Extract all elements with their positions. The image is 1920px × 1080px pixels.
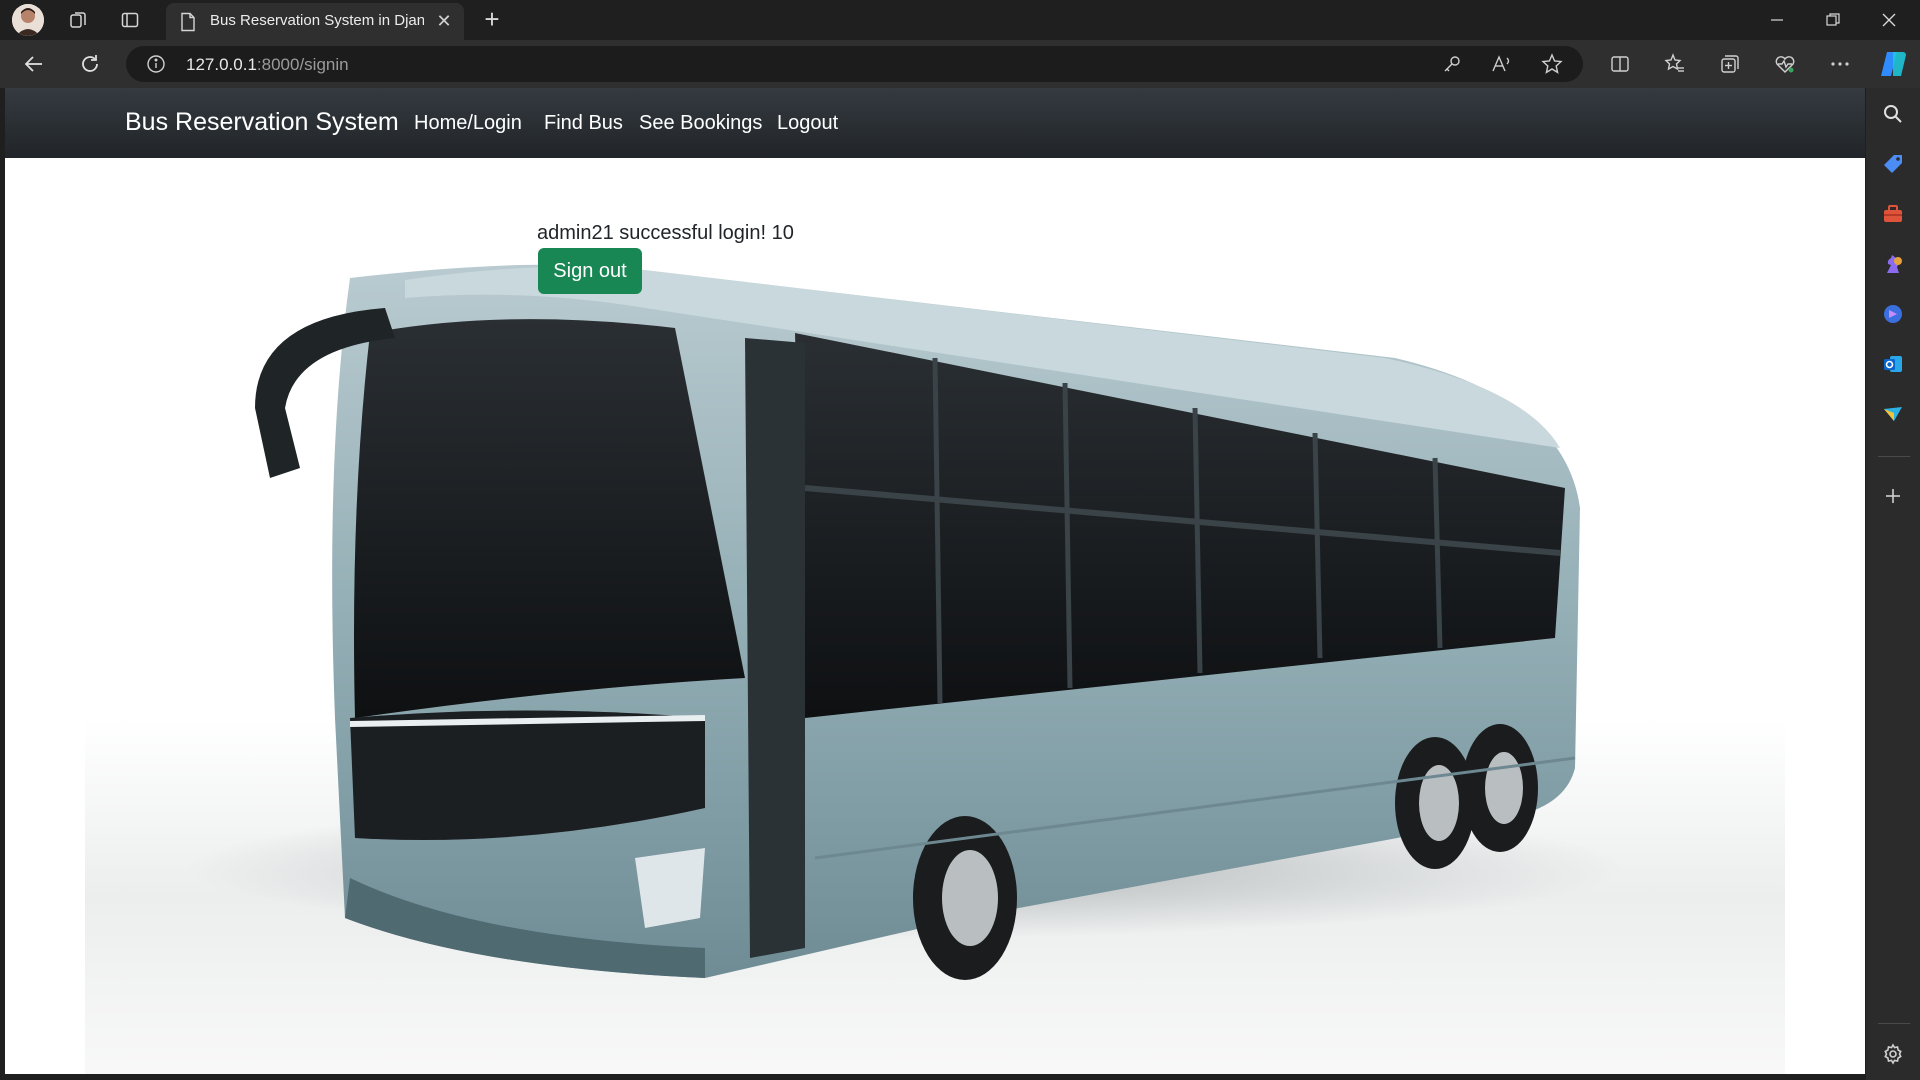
nav-link-home-login[interactable]: Home/Login xyxy=(414,112,522,135)
outlook-icon[interactable] xyxy=(1879,350,1907,378)
search-icon[interactable] xyxy=(1879,100,1907,128)
tools-briefcase-icon[interactable] xyxy=(1879,200,1907,228)
shopping-tag-icon[interactable] xyxy=(1879,150,1907,178)
nav-link-find-bus[interactable]: Find Bus xyxy=(544,112,623,135)
collections-icon[interactable] xyxy=(1716,50,1744,78)
sidebar-divider-bottom xyxy=(1878,1023,1910,1024)
edge-sidebar xyxy=(1866,88,1920,1080)
web-page: Bus Reservation System Home/Login Find B… xyxy=(5,88,1865,1074)
copilot-icon[interactable] xyxy=(1878,48,1910,80)
active-tab[interactable]: Bus Reservation System in Djang ✕ xyxy=(166,3,464,40)
restore-icon[interactable] xyxy=(1806,0,1860,40)
site-info-icon[interactable] xyxy=(146,54,166,79)
add-icon[interactable] xyxy=(1879,482,1907,510)
favorites-icon[interactable] xyxy=(1661,50,1689,78)
login-message: admin21 successful login! 10 xyxy=(537,222,794,244)
url-text[interactable]: 127.0.0.1:8000/signin xyxy=(186,55,349,75)
site-navbar: Bus Reservation System Home/Login Find B… xyxy=(5,88,1865,158)
browser-titlebar: Bus Reservation System in Djang ✕ + xyxy=(0,0,1920,40)
workspaces-icon[interactable] xyxy=(64,6,92,34)
profile-avatar[interactable] xyxy=(12,4,44,36)
back-icon[interactable] xyxy=(19,50,49,78)
sidebar-divider xyxy=(1878,456,1910,457)
more-options-icon[interactable] xyxy=(1826,50,1854,78)
minimize-icon[interactable] xyxy=(1750,0,1804,40)
browser-essentials-icon[interactable] xyxy=(1771,50,1799,78)
page-icon xyxy=(180,12,196,37)
copilot-apps-icon[interactable] xyxy=(1879,300,1907,328)
sign-out-button[interactable]: Sign out xyxy=(538,248,642,294)
send-drop-icon[interactable] xyxy=(1879,400,1907,428)
new-tab-icon[interactable]: + xyxy=(478,6,506,34)
settings-gear-icon[interactable] xyxy=(1879,1040,1907,1068)
games-chess-icon[interactable] xyxy=(1879,250,1907,278)
vertical-tabs-icon[interactable] xyxy=(116,6,144,34)
address-bar[interactable]: 127.0.0.1:8000/signin xyxy=(126,46,1583,82)
read-aloud-icon[interactable] xyxy=(1488,50,1516,78)
nav-link-see-bookings[interactable]: See Bookings xyxy=(639,112,762,135)
split-screen-icon[interactable] xyxy=(1606,50,1634,78)
bus-image xyxy=(85,264,1785,1074)
favorite-star-icon[interactable] xyxy=(1538,50,1566,78)
close-window-icon[interactable] xyxy=(1862,0,1916,40)
close-tab-icon[interactable]: ✕ xyxy=(434,11,454,31)
refresh-icon[interactable] xyxy=(75,50,105,78)
hero-section: admin21 successful login! 10 Sign out xyxy=(5,158,1865,1074)
navbar-brand[interactable]: Bus Reservation System xyxy=(125,108,399,137)
browser-toolbar: 127.0.0.1:8000/signin xyxy=(0,40,1920,88)
nav-link-logout[interactable]: Logout xyxy=(777,112,838,135)
passwords-key-icon[interactable] xyxy=(1438,50,1466,78)
tab-title: Bus Reservation System in Djang xyxy=(210,12,424,29)
